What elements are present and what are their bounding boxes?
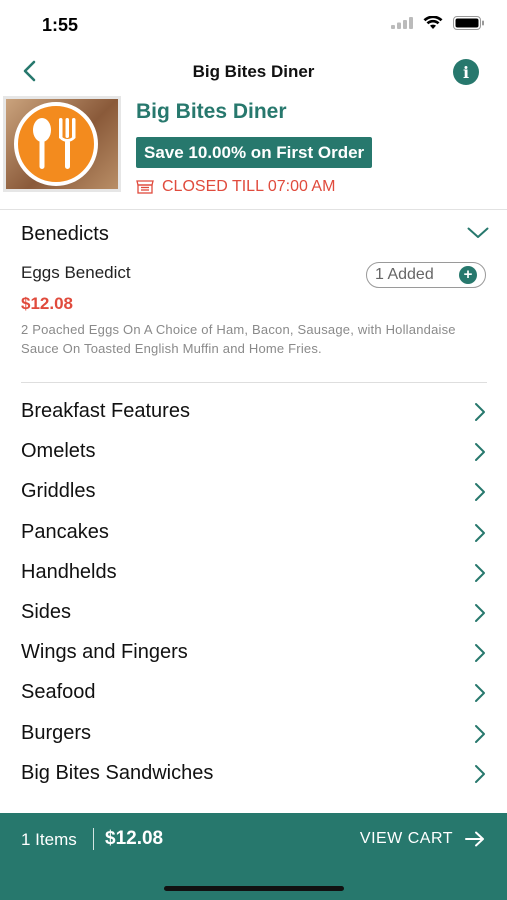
chevron-right-icon: [475, 483, 485, 502]
category-list: Breakfast Features Omelets Griddles Panc…: [0, 392, 507, 794]
battery-icon: [453, 16, 484, 30]
plus-icon[interactable]: +: [459, 266, 477, 284]
restaurant-header: Big Bites Diner Save 10.00% on First Ord…: [0, 94, 507, 210]
chevron-right-icon: [475, 764, 485, 783]
category-row[interactable]: Omelets: [0, 432, 507, 472]
storefront-icon: [136, 180, 154, 194]
category-row[interactable]: Handhelds: [0, 553, 507, 593]
home-indicator: [164, 886, 344, 891]
added-quantity-button[interactable]: 1 Added +: [366, 262, 486, 288]
category-row[interactable]: Big Bites Sandwiches: [0, 754, 507, 794]
spoon-fork-icon: [33, 118, 76, 169]
restaurant-logo: [3, 96, 121, 192]
view-cart-button[interactable]: VIEW CART: [360, 830, 485, 848]
menu-item-price: $12.08: [21, 294, 73, 313]
category-label: Breakfast Features: [21, 400, 190, 422]
category-row[interactable]: Burgers: [0, 714, 507, 754]
category-row[interactable]: Sides: [0, 593, 507, 633]
promo-badge: Save 10.00% on First Order: [136, 137, 373, 168]
status-icons: [391, 16, 485, 30]
status-time: 1:55: [42, 15, 79, 35]
cart-separator: [93, 828, 94, 850]
store-status: CLOSED TILL 07:00 AM: [136, 178, 335, 196]
menu-item-name[interactable]: Eggs Benedict: [21, 263, 131, 283]
status-bar: 1:55: [0, 0, 507, 48]
chevron-right-icon: [475, 603, 485, 622]
section-title-benedicts[interactable]: Benedicts: [21, 223, 109, 246]
menu-item-description: 2 Poached Eggs On A Choice of Ham, Bacon…: [21, 322, 456, 356]
chevron-right-icon: [475, 644, 485, 663]
wifi-icon: [423, 16, 443, 29]
category-label: Wings and Fingers: [21, 641, 188, 664]
category-label: Burgers: [21, 721, 92, 744]
cart-bar[interactable]: 1 Items $12.08 VIEW CART: [0, 813, 507, 900]
category-label: Pancakes: [21, 520, 109, 543]
nav-bar: Big Bites Diner i: [0, 48, 507, 94]
category-row[interactable]: Griddles: [0, 472, 507, 512]
chevron-right-icon: [475, 523, 485, 542]
category-row[interactable]: Seafood: [0, 673, 507, 713]
category-label: Big Bites Sandwiches: [21, 761, 214, 784]
page-title: Big Bites Diner: [192, 62, 315, 81]
category-row[interactable]: Wings and Fingers: [0, 633, 507, 673]
store-status-text: CLOSED TILL 07:00 AM: [162, 178, 336, 195]
chevron-right-icon: [475, 403, 485, 421]
info-icon: i: [462, 62, 470, 82]
chevron-right-icon: [475, 443, 485, 462]
added-label: 1 Added: [375, 266, 434, 283]
section-divider: [21, 382, 487, 383]
view-cart-label: VIEW CART: [359, 830, 453, 847]
cart-total: $12.08: [105, 828, 164, 849]
category-row[interactable]: Breakfast Features: [0, 392, 507, 432]
category-row[interactable]: Pancakes: [0, 513, 507, 553]
chevron-right-icon: [475, 724, 485, 743]
chevron-right-icon: [475, 563, 485, 582]
category-label: Sides: [21, 600, 72, 623]
category-label: Seafood: [21, 681, 96, 704]
section-toggle[interactable]: [467, 226, 489, 244]
signal-icon: [391, 17, 413, 29]
logo-badge: [14, 102, 98, 186]
chevron-down-icon: [467, 227, 489, 238]
header-divider: [0, 209, 507, 210]
category-label: Omelets: [21, 440, 96, 463]
category-label: Handhelds: [21, 560, 117, 583]
restaurant-name: Big Bites Diner: [136, 100, 287, 123]
category-label: Griddles: [21, 480, 96, 503]
arrow-right-icon: [465, 831, 484, 847]
info-button[interactable]: i: [453, 59, 479, 85]
cart-item-count: 1 Items: [21, 830, 77, 849]
chevron-right-icon: [475, 684, 485, 703]
